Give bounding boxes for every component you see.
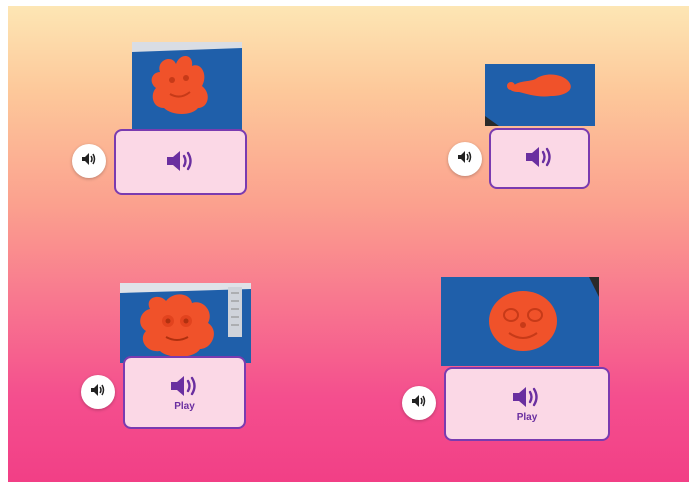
speaker-icon (90, 383, 106, 402)
audio-card-4[interactable]: Play (444, 367, 610, 441)
speaker-icon (512, 385, 542, 409)
speaker-icon (411, 394, 427, 413)
audio-card-1[interactable] (114, 129, 247, 195)
photo-playdough-snake (485, 64, 595, 126)
small-audio-button-4[interactable] (402, 386, 436, 420)
small-audio-button-2[interactable] (448, 142, 482, 176)
photo-playdough-creature (132, 42, 242, 130)
play-label: Play (174, 400, 195, 412)
speaker-icon (170, 374, 200, 398)
audio-card-3[interactable]: Play (123, 356, 246, 429)
speaker-icon (457, 150, 473, 169)
small-audio-button-3[interactable] (81, 375, 115, 409)
speaker-icon (166, 149, 196, 173)
play-label: Play (516, 412, 538, 423)
photo-playdough-round-face (441, 277, 599, 366)
small-audio-button-1[interactable] (72, 144, 106, 178)
audio-card-2[interactable] (489, 128, 590, 189)
activity-board: Play Play (8, 6, 689, 482)
speaker-icon (525, 145, 555, 169)
speaker-icon (81, 152, 97, 171)
photo-playdough-face-with-ruler (120, 283, 251, 363)
